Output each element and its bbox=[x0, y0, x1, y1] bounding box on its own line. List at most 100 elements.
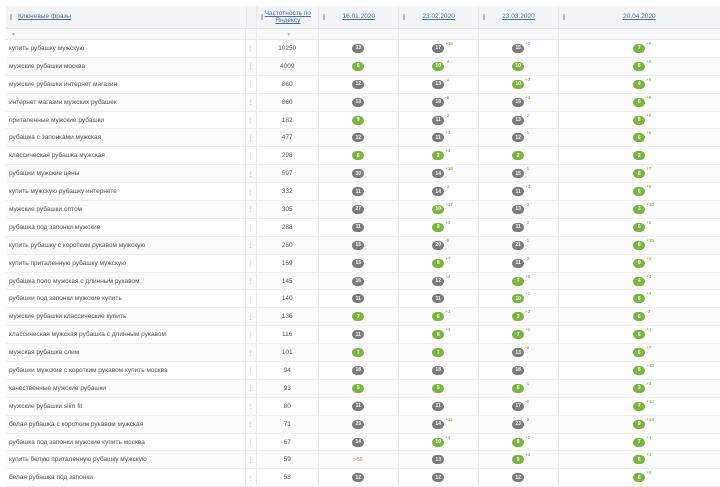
position-badge: 13 bbox=[512, 115, 525, 125]
table-row[interactable]: рубашка поло мужская с длинным рукавом ⋮ 1… bbox=[6, 272, 720, 291]
sort-handle-icon[interactable] bbox=[323, 14, 326, 20]
filter-phrase[interactable]: ▾ bbox=[6, 29, 246, 39]
frequency-value: 71 bbox=[283, 420, 291, 428]
row-menu-icon[interactable]: ⋮ bbox=[246, 308, 257, 326]
position-change: +8 bbox=[646, 40, 652, 46]
position-badge: 13 bbox=[432, 455, 445, 465]
column-header-date-label[interactable]: 16.01.2020 bbox=[343, 13, 376, 21]
row-menu-icon[interactable]: ⋮ bbox=[246, 254, 257, 272]
row-menu-icon[interactable]: ⋮ bbox=[246, 93, 257, 111]
table-row[interactable]: мужская рубашка слим ⋮ 101 7 7 13 -6 6 +7 bbox=[6, 344, 720, 363]
column-header-phrases[interactable]: Ключевые фразы bbox=[6, 6, 247, 28]
column-header-date-label[interactable]: 20.04.2020 bbox=[623, 13, 656, 21]
column-header-date-label[interactable]: 23.02.2020 bbox=[422, 13, 455, 21]
table-row[interactable]: купить мужскую рубашку интернете ⋮ 332 11 14… bbox=[6, 183, 720, 202]
position: 7 bbox=[352, 348, 365, 358]
column-header-frequency-label[interactable]: Частотность по Яндексу bbox=[257, 10, 318, 25]
table-row[interactable]: мужские рубашки оптом ⋮ 305 27 10 +17 13 -3 3 +10 bbox=[6, 201, 720, 219]
row-menu-icon[interactable]: ⋮ bbox=[246, 57, 257, 75]
sort-handle-icon[interactable] bbox=[483, 14, 486, 20]
position-cell: 6 +4 bbox=[559, 290, 720, 307]
position-change: +3 bbox=[525, 309, 531, 315]
table-row[interactable]: мужские рубашки интернет магазин ⋮ 860 12 13… bbox=[6, 75, 720, 94]
filter-frequency[interactable]: ▾ bbox=[257, 29, 319, 39]
position-cell: 6 +1 bbox=[559, 326, 720, 343]
position-cell: 12 +4 bbox=[399, 272, 479, 290]
row-menu-icon[interactable]: ⋮ bbox=[246, 326, 257, 344]
table-row[interactable]: приталенные мужские рубашки ⋮ 182 9 11 -2 13 -2… bbox=[6, 111, 720, 130]
sort-handle-icon[interactable] bbox=[261, 14, 264, 20]
table-row[interactable]: рубашки мужские с коротким рукавом купит… bbox=[6, 362, 720, 380]
row-menu-icon[interactable]: ⋮ bbox=[246, 236, 257, 254]
position-cell: 14 +16 bbox=[399, 165, 479, 183]
table-row[interactable]: качественные мужские рубашки ⋮ 93 5 5 6 -1 3 +3 bbox=[6, 379, 720, 398]
row-menu-icon[interactable]: ⋮ bbox=[246, 40, 257, 57]
row-menu-icon[interactable]: ⋮ bbox=[246, 183, 257, 201]
sort-handle-icon[interactable] bbox=[562, 14, 565, 20]
table-row[interactable]: интернет магазин мужских рубашек ⋮ 860 13 18… bbox=[6, 93, 720, 112]
row-menu-icon[interactable]: ⋮ bbox=[246, 201, 257, 218]
table-row[interactable]: классическая мужская рубашка с длинным р… bbox=[6, 326, 720, 345]
position-cell: 7 bbox=[319, 308, 399, 326]
row-menu-icon[interactable]: ⋮ bbox=[246, 147, 257, 165]
row-menu-icon[interactable]: ⋮ bbox=[246, 415, 257, 433]
table-row[interactable]: рубашка под запонки мужские ⋮ 288 11 9 +2 11 -2… bbox=[6, 218, 720, 237]
row-menu-icon[interactable]: ⋮ bbox=[246, 111, 257, 129]
frequency-cell: 145 bbox=[257, 272, 319, 290]
position: >50 bbox=[354, 457, 362, 463]
table-row[interactable]: рубашка с запонками мужская ⋮ 477 12 11 +1 12-… bbox=[6, 129, 720, 148]
table-row[interactable]: купить рубашку с коротким рукавом мужску… bbox=[6, 236, 720, 255]
row-menu-icon[interactable]: ⋮ bbox=[246, 165, 257, 183]
table-row[interactable]: мужские рубашки slim fit ⋮ 80 11 11 17 -6 7 +10 bbox=[6, 397, 720, 416]
row-menu-icon[interactable]: ⋮ bbox=[246, 451, 257, 469]
table-row[interactable]: рубашки мужские цены ⋮ 597 30 14 +16 15 -1 8 +7 bbox=[6, 165, 720, 184]
position-change: +2 bbox=[445, 219, 451, 225]
row-menu-icon[interactable]: ⋮ bbox=[246, 75, 257, 93]
column-header-date-2[interactable]: 23.02.2020 bbox=[399, 6, 480, 28]
position-change: +3 bbox=[445, 327, 451, 333]
table-row[interactable]: купить белую приталенную рубашку мужскую… bbox=[6, 451, 720, 470]
column-header-frequency[interactable]: Частотность по Яндексу bbox=[257, 6, 320, 28]
frequency-cell: 288 bbox=[257, 218, 319, 236]
position-badge: 18 bbox=[512, 365, 525, 375]
row-menu-icon[interactable]: ⋮ bbox=[246, 469, 257, 487]
table-row[interactable]: классическая рубашка мужская ⋮ 298 6 2 +4 2 2 bbox=[6, 147, 720, 166]
position-badge: 14 bbox=[432, 419, 445, 429]
row-menu-icon[interactable]: ⋮ bbox=[246, 218, 257, 236]
row-menu-icon[interactable]: ⋮ bbox=[246, 362, 257, 379]
column-header-date-4[interactable]: 20.04.2020 bbox=[559, 6, 720, 28]
row-menu-icon[interactable]: ⋮ bbox=[246, 344, 257, 362]
position: 23 -9 bbox=[512, 417, 529, 429]
table-row[interactable]: мужские рубашки москва ⋮ 4009 6 10 -4 10 5 +5 bbox=[6, 57, 720, 76]
position-change: +3 bbox=[525, 184, 531, 190]
frequency-value: 332 bbox=[281, 188, 293, 196]
row-menu-icon[interactable]: ⋮ bbox=[246, 433, 257, 451]
keyword-phrase: рубашка поло мужская с длинным рукавом bbox=[9, 277, 140, 285]
row-menu-icon[interactable]: ⋮ bbox=[246, 290, 257, 308]
position-cell: 25 bbox=[319, 415, 399, 433]
filter-icon[interactable]: ▾ bbox=[9, 31, 15, 38]
column-header-date-1[interactable]: 16.01.2020 bbox=[319, 6, 400, 28]
position-badge: 9 bbox=[512, 455, 525, 465]
column-header-date-3[interactable]: 23.03.2020 bbox=[479, 6, 559, 28]
table-row[interactable]: рубашка под запонки мужские купить москв… bbox=[6, 433, 720, 452]
table-row[interactable]: рубашки под запонки мужские купить ⋮ 140 11… bbox=[6, 290, 720, 309]
column-header-phrases-label[interactable]: Ключевые фразы bbox=[18, 13, 71, 21]
column-header-date-label[interactable]: 23.03.2020 bbox=[502, 13, 535, 21]
table-row[interactable]: купить рубашку мужскую ⋮ 10250 33 17 +16 15 +2 7… bbox=[6, 40, 720, 58]
row-menu-icon[interactable]: ⋮ bbox=[246, 272, 257, 290]
position-cell: 4 +3 bbox=[559, 273, 720, 290]
frequency-value: 4009 bbox=[280, 62, 295, 70]
row-menu-icon[interactable]: ⋮ bbox=[246, 397, 257, 415]
row-menu-icon[interactable]: ⋮ bbox=[246, 379, 257, 397]
table-row[interactable]: белая рубашка с коротким рукавом мужская… bbox=[6, 415, 720, 434]
row-menu-icon[interactable]: ⋮ bbox=[246, 129, 257, 147]
position: 9 +14 bbox=[633, 417, 654, 429]
table-row[interactable]: белая рубашка под запонки ⋮ 58 12 12 12 6 +6 bbox=[6, 469, 720, 487]
table-row[interactable]: мужские рубашки классические купить ⋮ 136 7… bbox=[6, 308, 720, 327]
filter-icon[interactable]: ▾ bbox=[284, 31, 290, 38]
sort-handle-icon[interactable] bbox=[10, 14, 12, 20]
position: 6 +4 bbox=[633, 291, 651, 304]
sort-handle-icon[interactable] bbox=[403, 14, 406, 20]
table-row[interactable]: купить приталенную рубашку мужскую ⋮ 169 15… bbox=[6, 254, 720, 273]
